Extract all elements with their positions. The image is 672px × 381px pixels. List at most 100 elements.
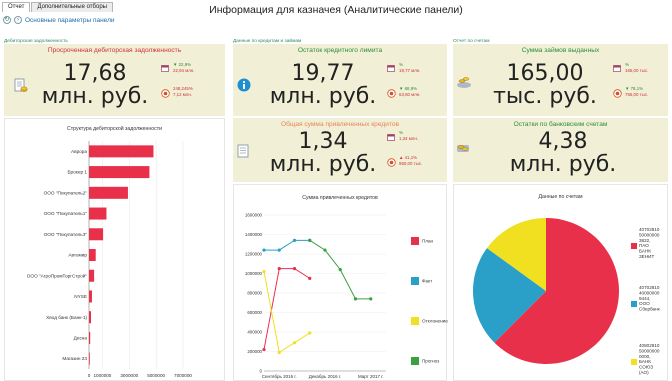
data-point (277, 248, 281, 252)
category-label: Автомир (68, 253, 87, 258)
x-tick-label: 7000000 (174, 373, 192, 378)
legend-swatch (411, 237, 419, 245)
card-title: Остаток кредитного лимита (297, 47, 383, 54)
category-label: Магазин 23 (62, 356, 87, 361)
indicator-pct-2: 41,1% (404, 155, 418, 160)
arrow-down-icon: ▼ (173, 62, 178, 67)
x-tick-label: 0 (88, 373, 91, 378)
x-tick-label: 5000000 (147, 373, 165, 378)
legend-label: Отклонение (422, 319, 448, 324)
value: 1,34 (298, 129, 348, 154)
legend-label: Прогноз (422, 359, 439, 364)
indicator-pct: % (399, 62, 403, 67)
value: 165,00 (506, 61, 584, 86)
card-loans-issued[interactable]: Сумма займов выданных 165,00 тыс. руб. %… (453, 44, 668, 116)
refresh-icon[interactable]: ↻ (3, 16, 11, 24)
card-credit-limit[interactable]: Остаток кредитного лимита 19,77 млн. руб… (233, 44, 447, 116)
indicator-value: 19,77 млн. (399, 68, 421, 73)
unit: млн. руб. (269, 152, 377, 177)
x-tick-label: Декабрь 2016 г. (309, 374, 341, 379)
y-tick-label: 400000 (247, 330, 262, 335)
bar (89, 166, 150, 179)
indicator-value-2: 755,00 тыс. (625, 92, 649, 97)
legend-swatch (411, 357, 419, 365)
indicator-value-2: 7,12 млн. (173, 92, 192, 97)
bar (89, 207, 107, 220)
x-tick-label: Сентябрь 2016 г. (262, 374, 297, 379)
legend-swatch (631, 301, 637, 307)
legend-label: План (422, 239, 434, 244)
data-point (262, 347, 266, 352)
info-icon (237, 78, 251, 92)
bar (89, 269, 95, 282)
category-label: ООО "Покупатель2" (44, 190, 88, 195)
data-point (292, 267, 297, 271)
y-tick-label: 1600000 (245, 213, 263, 218)
arrow-up-icon: ▲ (399, 155, 404, 160)
attracted-credits-chart-panel: Сумма привлеченных кредитов 0 200000 40000… (233, 184, 448, 381)
data-point (277, 267, 281, 271)
data-point (323, 248, 327, 252)
accounts-pie-chart: 40702810 50000000 3822, ПАО БАНК ЗЕНИТ 4070281… (473, 218, 661, 375)
debt-structure-bar-chart: 0 1000000 3000000 5000000 7000000 Аврора Броке… (27, 141, 192, 378)
calendar-icon (387, 134, 395, 141)
x-tick-label: Март 2017 г. (358, 374, 384, 379)
indicator-pct: 22,9% (178, 62, 192, 67)
y-tick-label: 200000 (247, 349, 262, 354)
y-tick-label: 1400000 (245, 232, 263, 237)
indicator-pct-2: 78,1% (630, 86, 644, 91)
x-tick-label: 1000000 (93, 373, 111, 378)
legend-label: Факт (422, 279, 433, 284)
y-tick-label: 600000 (247, 310, 262, 315)
legend-swatch (411, 277, 419, 285)
card-attracted-credits[interactable]: Общая сумма привлеченных кредитов 1,34 м… (233, 118, 447, 182)
bar (89, 352, 90, 365)
target-icon (161, 89, 170, 98)
y-tick-label: 1200000 (245, 252, 263, 257)
x-tick-label: 3000000 (120, 373, 138, 378)
y-tick-label: 800000 (247, 291, 262, 296)
category-label: Хвод банк (Банк-1) (46, 315, 87, 320)
data-point (262, 269, 266, 274)
data-point (277, 350, 281, 355)
card-bank-balances[interactable]: Остатки по банковским счетам 4,38 млн. р… (453, 118, 668, 182)
bar (89, 290, 92, 303)
bar (89, 145, 154, 158)
y-tick-label: 1000000 (245, 271, 263, 276)
unit: тыс. руб. (493, 84, 597, 109)
category-label: Брокер 1 (67, 170, 87, 175)
unit: млн. руб. (269, 84, 377, 109)
unit: млн. руб. (509, 152, 617, 177)
indicator-value: 1,34 млн. (399, 136, 418, 141)
legend-label: 40702810 50000000 3822, ПАО БАНК ЗЕНИТ (639, 227, 660, 259)
legend-swatch (631, 359, 637, 365)
category-label: ООО "Покупатель1" (44, 211, 88, 216)
indicator-value: 22,94 млн. (173, 68, 195, 73)
category-label: NYSE (74, 294, 87, 299)
accounts-pie-chart-panel: Данные по счетам 40702810 50000000 3822, ПА… (453, 184, 668, 381)
indicator-pct: % (399, 130, 403, 135)
indicator-value: 165,00 тыс. (625, 68, 649, 73)
calendar-icon (613, 65, 621, 72)
indicator-value-2: 950,00 тыс. (399, 161, 423, 166)
debt-structure-chart-panel: Структура дебиторской задолженности 0 100… (4, 118, 225, 381)
card-title: Остатки по банковским счетам (513, 121, 608, 128)
bar (89, 228, 104, 241)
indicator-value-2: 63,60 млн. (399, 92, 421, 97)
data-point (262, 248, 266, 252)
params-link[interactable]: Основные параметры панели (25, 17, 115, 24)
legend-label: 40802810 50000000 0000, БАНК СОЮЗ (АО) (639, 343, 660, 375)
indicator-pct-2: 248,245% (173, 86, 193, 91)
card-overdue-debt[interactable]: Просроченная дебиторская задолженность 1… (4, 44, 225, 116)
chevron-right-icon[interactable]: › (14, 16, 22, 24)
category-label: Десна (74, 336, 88, 341)
value: 4,38 (538, 129, 588, 154)
card-title: Общая сумма привлеченных кредитов (280, 121, 400, 128)
unit: млн. руб. (41, 84, 149, 109)
params-bar: ↻ › Основные параметры панели (3, 15, 115, 25)
y-tick-label: 0 (260, 369, 263, 374)
calendar-icon (161, 65, 169, 72)
target-icon (613, 89, 622, 98)
legend-label: 40702810 40000000 9444, ООО Сбербанк (639, 285, 661, 312)
data-point (338, 268, 342, 272)
